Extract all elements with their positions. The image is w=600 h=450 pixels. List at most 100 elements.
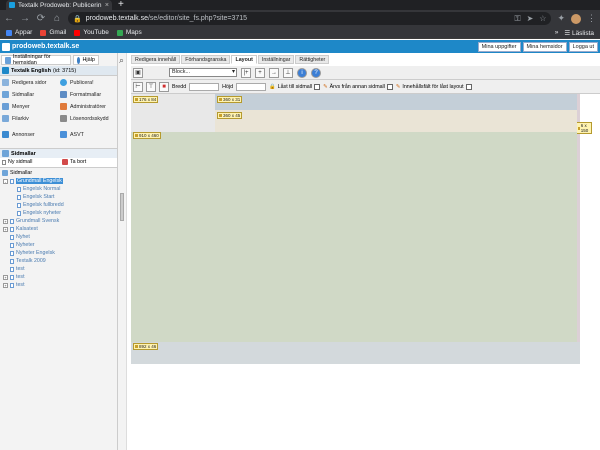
content-field-option[interactable]: ✎ Innehållsfält för låst layout (396, 83, 472, 90)
tree-item[interactable]: Engelsk Normal (17, 186, 60, 192)
expand-icon[interactable]: + (3, 226, 8, 232)
layout-block[interactable]: 176 x 84 (131, 94, 215, 132)
locked-to-template-option[interactable]: 🔒 Låst till sidmall (269, 83, 321, 90)
info-icon[interactable]: i (297, 67, 307, 78)
bookmark-youtube[interactable]: YouTube (74, 29, 109, 36)
tree-item[interactable]: Engelsk nyheter (17, 210, 61, 216)
bookmark-star-icon[interactable]: ☆ (539, 14, 546, 24)
tree-item[interactable]: Textalk 2009 (10, 258, 46, 264)
save-icon[interactable]: ▣ (133, 67, 143, 78)
tab-help[interactable]: Hjälp (73, 55, 99, 65)
menu-ads[interactable]: Annonser (2, 130, 58, 139)
layout-block[interactable]: 892 x 46 (131, 342, 580, 364)
logout-button[interactable]: Logga ut (568, 41, 598, 52)
bookmark-maps[interactable]: Maps (116, 29, 142, 36)
layout-block[interactable]: 360 x 31 (215, 94, 577, 110)
tree-item[interactable]: + test (3, 282, 25, 288)
close-tab-icon[interactable]: × (105, 2, 109, 9)
inherited-checkbox[interactable] (386, 83, 393, 90)
tree-item[interactable]: Nyheter (10, 242, 35, 248)
tree-item[interactable]: Nyheter Engelsk (10, 250, 55, 256)
site-logo[interactable]: prodoweb.textalk.se (2, 42, 79, 51)
tree-item[interactable]: test (10, 266, 25, 272)
template-icon (10, 234, 14, 240)
tab-settings[interactable]: Inställningar (257, 55, 295, 64)
layout-block[interactable]: 910 x 460 (131, 132, 577, 342)
panel-splitter[interactable] (118, 53, 127, 450)
bookmark-gmail[interactable]: Gmail (40, 29, 66, 36)
inherited-option[interactable]: ✎ Ärvs från annan sidmall (323, 83, 393, 90)
remove-block-icon[interactable]: ■ (159, 81, 169, 92)
tab-permissions[interactable]: Rättigheter (295, 55, 330, 64)
folder-icon (2, 170, 8, 176)
forward-icon[interactable]: → (20, 13, 30, 24)
tab-edit-content[interactable]: Redigera innehåll (131, 55, 181, 64)
lock-icon: 🔒 (73, 15, 82, 23)
layout-block[interactable]: 6 x 150 (576, 94, 592, 342)
tree-item[interactable]: + test (3, 274, 25, 280)
extension-icon[interactable]: ✦ (557, 13, 565, 24)
bookmark-apps[interactable]: Appar (6, 29, 32, 36)
chevron-right-icon[interactable]: » (555, 29, 559, 37)
tab-layout[interactable]: Layout (231, 55, 257, 64)
menu-kebab-icon[interactable]: ⋮ (587, 13, 596, 24)
tree-item[interactable]: - Grundmall Engelsk (3, 178, 63, 184)
address-bar[interactable]: 🔒 prodoweb.textalk.se/se/editor/site_fs.… (68, 12, 552, 25)
home-icon[interactable]: ⌂ (52, 13, 62, 24)
layout-block[interactable]: 360 x 45 (215, 110, 577, 132)
tree-item[interactable]: Engelsk fullbredd (17, 202, 64, 208)
delete-button[interactable]: Ta bort (62, 159, 86, 165)
my-tasks-button[interactable]: Mina uppgifter (477, 41, 521, 52)
height-label: Höjd (222, 83, 234, 90)
menu-password[interactable]: Lösenordsskydd (60, 114, 116, 123)
expand-icon[interactable]: + (3, 218, 8, 224)
width-label: Bredd (172, 83, 187, 90)
menu-publish[interactable]: Publicera! (60, 78, 116, 87)
block-select[interactable]: Block... (169, 68, 237, 77)
reload-icon[interactable]: ⟳ (36, 13, 46, 24)
menu-edit-pages[interactable]: Redigera sidor (2, 78, 58, 87)
template-actions: Ny sidmall Ta bort (0, 158, 117, 168)
tab-preview[interactable]: Förhandsgranska (181, 55, 231, 64)
tab-site-settings[interactable]: Inställningar för hemsidan (1, 54, 71, 66)
my-sites-button[interactable]: Mina hemsidor (522, 41, 567, 52)
tree-item[interactable]: + Grundmall Svensk (3, 218, 59, 224)
reading-list[interactable]: ☰ Läslista (564, 29, 594, 37)
expand-icon[interactable]: + (3, 274, 8, 280)
tree-item[interactable]: Engelsk Start (17, 194, 55, 200)
content-field-checkbox[interactable] (465, 83, 472, 90)
tree-item[interactable]: + Kalsatest (3, 226, 38, 232)
block-icon (135, 345, 138, 348)
width-icon[interactable]: ⊢ (133, 81, 143, 92)
menu-asvt[interactable]: ASVT (60, 130, 116, 139)
menu-file-archive[interactable]: Filarkiv (2, 114, 58, 123)
split-vertical-icon[interactable]: + (255, 67, 265, 78)
width-input[interactable] (189, 82, 220, 91)
menu-admins[interactable]: Administratörer (60, 102, 116, 111)
height-input[interactable] (236, 82, 267, 91)
new-tab-button[interactable]: + (118, 0, 124, 10)
tree-item[interactable]: Nyhet (10, 234, 30, 240)
search-icon[interactable]: ⌕ (119, 55, 130, 65)
share-icon[interactable]: ➤ (527, 14, 534, 24)
splitter-grip[interactable] (120, 193, 124, 221)
collapse-icon[interactable]: - (3, 178, 8, 184)
new-template-button[interactable]: Ny sidmall (2, 159, 32, 165)
locked-to-template-checkbox[interactable] (314, 83, 321, 90)
styles-icon (60, 91, 67, 98)
key-icon[interactable]: ⚿ (514, 14, 520, 24)
split-horizontal-icon[interactable]: |+ (241, 67, 251, 78)
help-icon[interactable]: ? (311, 67, 321, 78)
menu-menus[interactable]: Menyer (2, 102, 58, 111)
merge-down-icon[interactable]: ⊥ (283, 67, 293, 78)
browser-tab[interactable]: Textalk Prodoweb: Publicerin × (6, 0, 112, 10)
tree-root[interactable]: Sidmallar (2, 170, 32, 176)
menu-styles[interactable]: Formatmallar (60, 90, 116, 99)
profile-avatar[interactable] (571, 13, 581, 24)
expand-icon[interactable]: + (3, 282, 8, 288)
back-icon[interactable]: ← (4, 13, 14, 24)
merge-right-icon[interactable]: → (269, 67, 279, 78)
height-icon[interactable]: ⊤ (146, 81, 156, 92)
menu-templates[interactable]: Sidmallar (2, 90, 58, 99)
site-selector[interactable]: Textalk English (id: 3715) (0, 66, 117, 76)
